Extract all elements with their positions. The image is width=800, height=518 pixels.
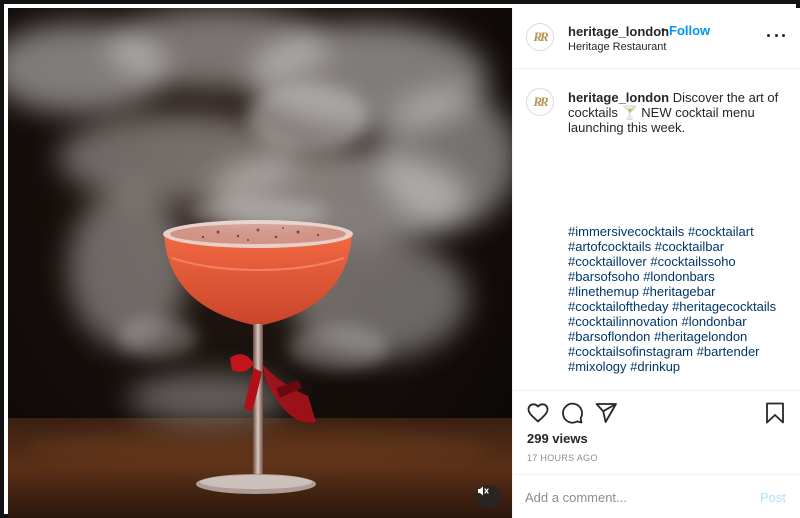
hashtag-line: #immersivecocktails #cocktailart — [568, 224, 792, 239]
hashtag-link[interactable]: #drinkup — [630, 359, 680, 374]
hashtag-link[interactable]: #cocktailinnovation — [568, 314, 678, 329]
speaker-muted-icon — [478, 486, 489, 496]
post-video[interactable] — [8, 8, 512, 518]
avatar[interactable]: RR — [526, 23, 554, 51]
post-timestamp[interactable]: 17 HOURS AGO — [527, 453, 598, 463]
hashtag-link[interactable]: #immersivecocktails — [568, 224, 684, 239]
hashtag-link[interactable]: #barsofsoho — [568, 269, 640, 284]
comment-bar: Post — [513, 474, 800, 518]
bookmark-icon[interactable] — [763, 401, 787, 425]
more-options-icon[interactable] — [767, 30, 785, 40]
hashtag-link[interactable]: #londonbars — [643, 269, 715, 284]
paper-plane-icon[interactable] — [594, 401, 618, 425]
hashtag-line: #cocktailinnovation #londonbar — [568, 314, 792, 329]
cocktail-video-frame — [8, 8, 512, 518]
caption-area: RR heritage_london Discover the art of c… — [513, 70, 800, 390]
post-frame: RR heritage_london • Follow Heritage Res… — [0, 0, 800, 518]
hashtag-line: #mixology #drinkup — [568, 359, 792, 374]
hashtag-link[interactable]: #cocktailssoho — [650, 254, 735, 269]
post-actions: 299 views 17 HOURS AGO — [513, 390, 800, 474]
hashtag-link[interactable]: #barsoflondon — [568, 329, 650, 344]
hashtag-link[interactable]: #linethemup — [568, 284, 639, 299]
view-count[interactable]: 299 views — [527, 431, 588, 446]
hashtag-link[interactable]: #heritagelondon — [654, 329, 747, 344]
hashtag-link[interactable]: #heritagecocktails — [672, 299, 776, 314]
hashtag-line: #barsoflondon #heritagelondon — [568, 329, 792, 344]
hashtag-link[interactable]: #cocktailbar — [655, 239, 724, 254]
avatar-logo: RR — [533, 94, 548, 109]
hashtag-line: #artofcocktails #cocktailbar — [568, 239, 792, 254]
hashtag-link[interactable]: #cocktailsofinstagram — [568, 344, 693, 359]
caption-avatar[interactable]: RR — [526, 88, 554, 116]
comment-input[interactable] — [525, 485, 745, 509]
hashtag-link[interactable]: #artofcocktails — [568, 239, 651, 254]
header-username-link[interactable]: heritage_london — [568, 24, 669, 39]
hashtag-link[interactable]: #londonbar — [681, 314, 746, 329]
hashtag-list: #immersivecocktails #cocktailart #artofco… — [568, 224, 792, 374]
mute-toggle-button[interactable] — [477, 485, 501, 509]
hashtag-line: #cocktailoftheday #heritagecocktails — [568, 299, 792, 314]
hashtag-link[interactable]: #cocktailart — [688, 224, 754, 239]
post-comment-button[interactable]: Post — [760, 490, 786, 505]
post-header: RR heritage_london • Follow Heritage Res… — [513, 8, 800, 69]
hashtag-link[interactable]: #heritagebar — [642, 284, 715, 299]
hashtag-line: #barsofsoho #londonbars — [568, 269, 792, 284]
caption: heritage_london Discover the art of cock… — [568, 90, 790, 135]
header-separator: • — [661, 23, 666, 37]
heart-icon[interactable] — [526, 401, 550, 425]
hashtag-line: #linethemup #heritagebar — [568, 284, 792, 299]
hashtag-link[interactable]: #mixology — [568, 359, 627, 374]
caption-username-link[interactable]: heritage_london — [568, 90, 669, 105]
location-link[interactable]: Heritage Restaurant — [568, 41, 666, 53]
post-sidebar: RR heritage_london • Follow Heritage Res… — [512, 8, 800, 518]
avatar-logo: RR — [533, 29, 548, 44]
follow-button[interactable]: Follow — [669, 23, 710, 38]
hashtag-link[interactable]: #bartender — [697, 344, 760, 359]
hashtag-link[interactable]: #cocktaillover — [568, 254, 647, 269]
hashtag-line: #cocktaillover #cocktailssoho — [568, 254, 792, 269]
hashtag-link[interactable]: #cocktailoftheday — [568, 299, 668, 314]
hashtag-line: #cocktailsofinstagram #bartender — [568, 344, 792, 359]
comment-icon[interactable] — [560, 401, 584, 425]
